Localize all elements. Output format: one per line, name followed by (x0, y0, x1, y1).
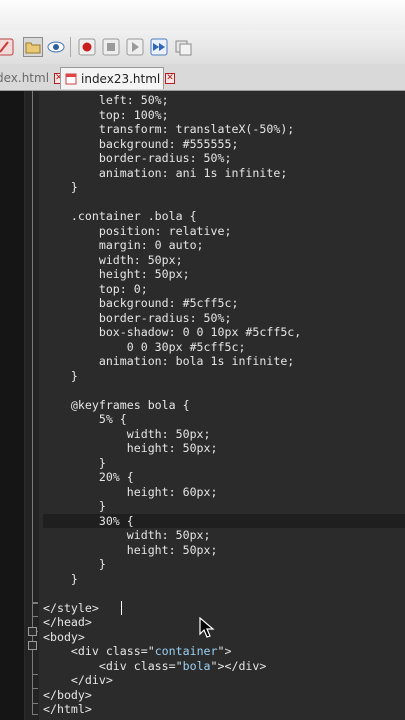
fold-guide-tick (32, 703, 38, 704)
fold-guide-tick (32, 616, 38, 617)
tab-label: index23.html (81, 71, 161, 86)
code-line[interactable]: top: 100%; (43, 108, 405, 123)
toolbar-separator (70, 37, 71, 57)
tab-active-file[interactable]: index23.html ✕ (60, 67, 175, 89)
code-line[interactable]: </html> (43, 702, 405, 717)
code-editor[interactable]: left: 50%; top: 100%; transform: transla… (0, 91, 405, 720)
fold-guide-tick (32, 674, 38, 675)
code-line[interactable]: height: 60px; (43, 485, 405, 500)
code-line[interactable]: </body> (43, 688, 405, 703)
code-line[interactable]: } (43, 499, 405, 514)
code-line[interactable]: } (43, 572, 405, 587)
code-line[interactable]: 5% { (43, 412, 405, 427)
code-line[interactable]: <div class="bola"></div> (43, 659, 405, 674)
code-line[interactable]: top: 0; (43, 282, 405, 297)
play-icon[interactable] (125, 37, 145, 57)
text-caret (121, 601, 122, 615)
fold-toggle[interactable] (28, 641, 37, 650)
code-line[interactable]: height: 50px; (43, 543, 405, 558)
code-line[interactable]: 0 0 30px #5cff5c; (43, 340, 405, 355)
code-line[interactable]: 30% { (43, 513, 405, 528)
view-eye-icon[interactable] (46, 37, 66, 57)
code-line[interactable]: <div class="container"> (43, 644, 405, 659)
code-line[interactable]: </style> (43, 601, 405, 616)
fold-toggle[interactable] (28, 627, 37, 636)
code-line[interactable]: position: relative; (43, 224, 405, 239)
code-line[interactable]: } (43, 369, 405, 384)
html-file-icon (65, 73, 77, 85)
edit-icon[interactable] (0, 37, 16, 57)
code-line[interactable]: height: 50px; (43, 441, 405, 456)
tab-other-file[interactable]: dex.html ✕ (0, 67, 64, 89)
code-area[interactable]: left: 50%; top: 100%; transform: transla… (43, 91, 405, 720)
code-line[interactable]: height: 50px; (43, 267, 405, 282)
code-line[interactable]: width: 50px; (43, 528, 405, 543)
code-line[interactable]: } (43, 557, 405, 572)
open-folder-icon[interactable] (23, 37, 43, 57)
code-line[interactable]: width: 50px; (43, 253, 405, 268)
code-line[interactable]: } (43, 456, 405, 471)
code-line[interactable]: width: 50px; (43, 427, 405, 442)
code-line[interactable]: <body> (43, 630, 405, 645)
toolbar (0, 30, 405, 65)
code-line[interactable]: background: #5cff5c; (43, 296, 405, 311)
code-line[interactable]: </head> (43, 615, 405, 630)
fold-guide-tick (32, 602, 38, 603)
code-line[interactable] (43, 195, 405, 210)
code-line[interactable]: border-radius: 50%; (43, 311, 405, 326)
tab-label: dex.html (0, 71, 50, 85)
fold-guide-tick (32, 688, 38, 689)
fold-guide-tick (32, 714, 38, 715)
fast-forward-icon[interactable] (149, 37, 169, 57)
window-title-bar (0, 0, 405, 31)
code-line[interactable] (43, 586, 405, 601)
close-icon[interactable]: ✕ (165, 73, 175, 84)
code-line[interactable]: border-radius: 50%; (43, 151, 405, 166)
record-icon[interactable] (77, 37, 97, 57)
code-line[interactable]: } (43, 180, 405, 195)
save-macro-icon[interactable] (173, 37, 193, 57)
code-line[interactable]: </div> (43, 673, 405, 688)
fold-guide (32, 91, 33, 714)
mouse-pointer-icon (199, 616, 215, 643)
stop-icon[interactable] (101, 37, 121, 57)
code-line[interactable]: box-shadow: 0 0 10px #5cff5c, (43, 325, 405, 340)
code-line[interactable]: background: #555555; (43, 137, 405, 152)
code-line[interactable]: 20% { (43, 470, 405, 485)
tab-bar: dex.html ✕ index23.html ✕ (0, 64, 405, 91)
line-number-gutter (0, 91, 24, 720)
code-line[interactable] (43, 383, 405, 398)
code-line[interactable]: animation: bola 1s infinite; (43, 354, 405, 369)
code-line[interactable]: .container .bola { (43, 209, 405, 224)
code-line[interactable]: left: 50%; (43, 93, 405, 108)
code-line[interactable]: @keyframes bola { (43, 398, 405, 413)
code-line[interactable]: transform: translateX(-50%); (43, 122, 405, 137)
code-line[interactable]: animation: ani 1s infinite; (43, 166, 405, 181)
fold-guide-tick (32, 603, 38, 604)
code-line[interactable]: margin: 0 auto; (43, 238, 405, 253)
